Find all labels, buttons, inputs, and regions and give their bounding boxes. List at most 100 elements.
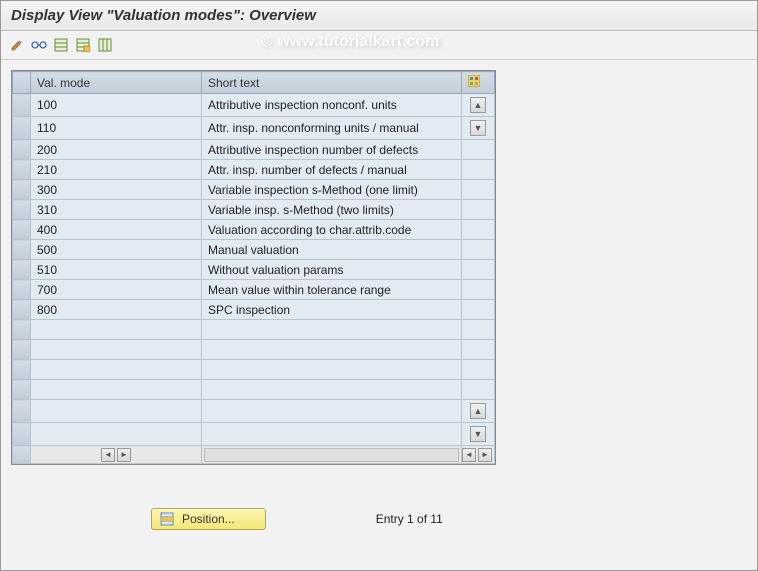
vscroll-track [462,360,495,380]
row-selector[interactable] [13,400,31,423]
table-row[interactable]: 110Attr. insp. nonconforming units / man… [13,117,495,140]
hscroll-track[interactable] [204,448,459,462]
row-selector[interactable] [13,380,31,400]
cell-valmode[interactable]: 400 [31,220,202,240]
vscroll-track [462,180,495,200]
table-icon-1[interactable] [51,35,71,55]
table-row[interactable]: 200Attributive inspection number of defe… [13,140,495,160]
cell-shorttext[interactable]: Mean value within tolerance range [202,280,462,300]
row-selector[interactable] [13,320,31,340]
cell-shorttext[interactable] [202,360,462,380]
cell-valmode[interactable] [31,400,202,423]
cell-valmode[interactable] [31,360,202,380]
vscroll-track [462,160,495,180]
cell-shorttext[interactable]: Without valuation params [202,260,462,280]
table-row[interactable]: 300Variable inspection s-Method (one lim… [13,180,495,200]
corner-cell[interactable] [13,72,31,94]
cell-shorttext[interactable] [202,400,462,423]
vscroll-down-icon[interactable]: ▼ [470,120,486,136]
vscroll-down-icon-2[interactable]: ▼ [470,426,486,442]
table-row[interactable] [13,320,495,340]
cell-shorttext[interactable]: Attributive inspection number of defects [202,140,462,160]
position-button[interactable]: Position... [151,508,266,530]
cell-shorttext[interactable]: Variable inspection s-Method (one limit) [202,180,462,200]
column-header-shorttext[interactable]: Short text [202,72,462,94]
cell-valmode[interactable]: 110 [31,117,202,140]
cell-shorttext[interactable]: Attributive inspection nonconf. units [202,94,462,117]
vscroll-track [462,320,495,340]
cell-valmode[interactable] [31,340,202,360]
cell-valmode[interactable]: 500 [31,240,202,260]
footer-area: Position... Entry 1 of 11 [11,508,747,530]
table-row[interactable] [13,340,495,360]
vscroll-up-icon-2[interactable]: ▲ [470,403,486,419]
row-selector[interactable] [13,360,31,380]
table-row[interactable]: 510Without valuation params [13,260,495,280]
table-row[interactable] [13,360,495,380]
cell-valmode[interactable] [31,320,202,340]
row-selector[interactable] [13,340,31,360]
position-button-label: Position... [182,512,235,526]
row-selector[interactable] [13,423,31,446]
table-row[interactable]: 500Manual valuation [13,240,495,260]
row-selector[interactable] [13,220,31,240]
table-row[interactable]: ▲ [13,400,495,423]
cell-shorttext[interactable]: Variable insp. s-Method (two limits) [202,200,462,220]
hscroll-right-icon-2[interactable]: ► [478,448,492,462]
vscroll-track [462,240,495,260]
cell-valmode[interactable]: 700 [31,280,202,300]
cell-shorttext[interactable]: SPC inspection [202,300,462,320]
vscroll-up-icon[interactable]: ▲ [470,97,486,113]
table-row[interactable]: 400Valuation according to char.attrib.co… [13,220,495,240]
cell-valmode[interactable]: 800 [31,300,202,320]
cell-shorttext[interactable]: Valuation according to char.attrib.code [202,220,462,240]
row-selector[interactable] [13,280,31,300]
cell-valmode[interactable]: 510 [31,260,202,280]
row-selector[interactable] [13,300,31,320]
cell-shorttext[interactable]: Attr. insp. number of defects / manual [202,160,462,180]
table-row[interactable] [13,380,495,400]
cell-shorttext[interactable] [202,380,462,400]
table-row[interactable]: 800SPC inspection [13,300,495,320]
row-selector[interactable] [13,140,31,160]
row-selector[interactable] [13,260,31,280]
table-icon-2[interactable] [73,35,93,55]
row-selector[interactable] [13,160,31,180]
table-row[interactable]: 700Mean value within tolerance range [13,280,495,300]
cell-valmode[interactable]: 310 [31,200,202,220]
cell-valmode[interactable]: 300 [31,180,202,200]
change-icon[interactable] [7,35,27,55]
column-header-valmode[interactable]: Val. mode [31,72,202,94]
cell-shorttext[interactable] [202,340,462,360]
table-row[interactable]: ▼ [13,423,495,446]
cell-shorttext[interactable] [202,320,462,340]
cell-shorttext[interactable] [202,423,462,446]
row-selector[interactable] [13,240,31,260]
hscroll-right-icon[interactable]: ► [117,448,131,462]
vscroll-track [462,280,495,300]
entry-count-text: Entry 1 of 11 [376,512,443,526]
table-config-icon[interactable] [462,72,495,94]
table-row[interactable]: 210Attr. insp. number of defects / manua… [13,160,495,180]
hscroll-left-icon[interactable]: ◄ [101,448,115,462]
cell-valmode[interactable] [31,380,202,400]
cell-valmode[interactable] [31,423,202,446]
row-selector[interactable] [13,200,31,220]
vscroll-track [462,200,495,220]
row-selector[interactable] [13,180,31,200]
cell-shorttext[interactable]: Manual valuation [202,240,462,260]
row-selector[interactable] [13,117,31,140]
vscroll-track [462,300,495,320]
cell-valmode[interactable]: 200 [31,140,202,160]
cell-valmode[interactable]: 210 [31,160,202,180]
cell-shorttext[interactable]: Attr. insp. nonconforming units / manual [202,117,462,140]
table-icon-3[interactable] [95,35,115,55]
row-selector[interactable] [13,94,31,117]
table-row[interactable]: 100Attributive inspection nonconf. units… [13,94,495,117]
table-row[interactable]: 310Variable insp. s-Method (two limits) [13,200,495,220]
glasses-icon[interactable] [29,35,49,55]
hscroll-left-icon-2[interactable]: ◄ [462,448,476,462]
page-title: Display View "Valuation modes": Overview [1,1,757,31]
position-icon [160,512,174,526]
cell-valmode[interactable]: 100 [31,94,202,117]
